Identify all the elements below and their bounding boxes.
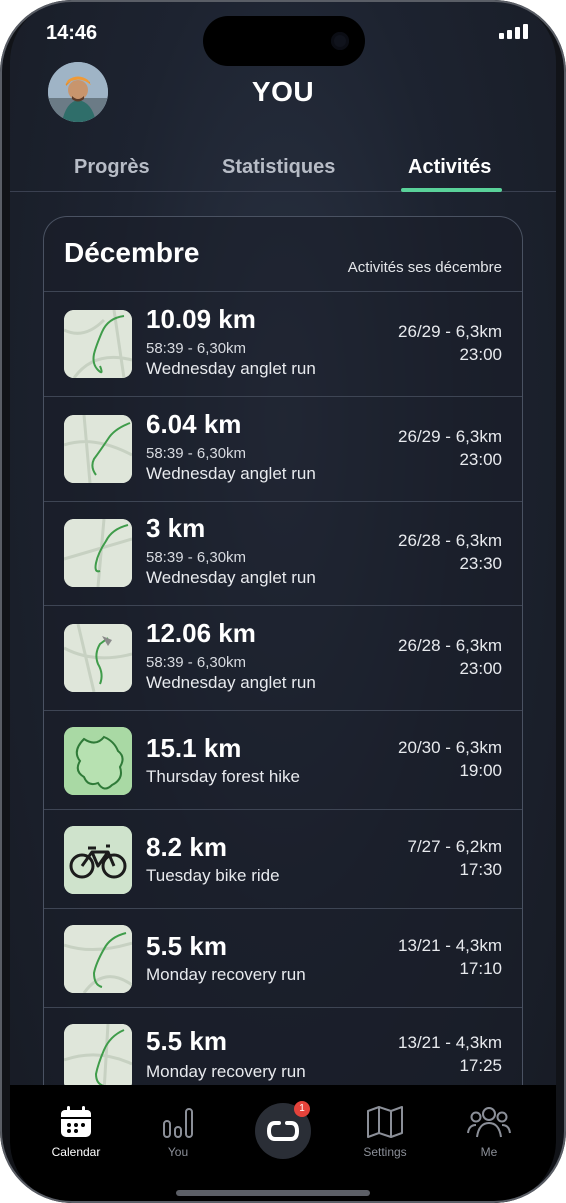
activity-name: Wednesday anglet run [146, 673, 316, 692]
nav-you[interactable]: You [138, 1105, 218, 1159]
activity-row[interactable]: 3 km 58:39 - 6,30km Wednesday anglet run… [44, 502, 522, 606]
activity-stat: 13/21 - 4,3km [398, 1033, 502, 1052]
activity-name: Monday recovery run [146, 965, 306, 984]
bar-chart-icon [163, 1108, 193, 1138]
people-icon [467, 1107, 511, 1138]
card-subtitle: Activités ses décembre [347, 259, 502, 276]
activity-row[interactable]: 12.06 km 58:39 - 6,30km Wednesday anglet… [44, 606, 522, 711]
nav-settings[interactable]: Settings [345, 1105, 425, 1159]
card-title: Décembre [64, 237, 200, 268]
tab-bar: Progrès Statistiques Activités [10, 150, 556, 192]
activity-time: 19:00 [459, 761, 502, 780]
activity-distance: 5.5 km [146, 1026, 227, 1056]
activity-row[interactable]: 6.04 km 58:39 - 6,30km Wednesday anglet … [44, 397, 522, 502]
activity-row[interactable]: 15.1 km Thursday forest hike 20/30 - 6,3… [44, 711, 522, 810]
activity-distance: 10.09 km [146, 304, 256, 334]
signal-icon [499, 24, 528, 39]
nav-label: Calendar [51, 1145, 101, 1159]
activity-time: 17:25 [459, 1056, 502, 1075]
forest-map-thumbnail [64, 727, 132, 795]
route-map-thumbnail [64, 925, 132, 993]
activity-time: 23:00 [459, 450, 502, 469]
activity-stat: 26/29 - 6,3km [398, 322, 502, 341]
activity-name: Thursday forest hike [146, 767, 301, 786]
route-map-thumbnail [64, 1024, 132, 1092]
screen: 14:46 YOU Progrès Statistiques Activités [10, 0, 556, 1203]
activity-name: Tuesday bike ride [146, 866, 280, 885]
activity-name: Wednesday anglet run [146, 359, 316, 378]
activity-distance: 3 km [146, 513, 206, 543]
nav-label: You [167, 1145, 189, 1159]
activity-meta: 58:39 - 6,30km [146, 445, 247, 462]
activity-stat: 26/28 - 6,3km [398, 636, 502, 655]
activity-meta: 58:39 - 6,30km [146, 549, 247, 566]
dynamic-island [203, 16, 365, 66]
activity-distance: 15.1 km [146, 733, 242, 763]
status-time: 14:46 [46, 22, 98, 44]
activity-stat: 26/28 - 6,3km [398, 531, 502, 550]
activity-meta: 58:39 - 6,30km [146, 654, 247, 671]
notification-badge: 1 [294, 1101, 310, 1117]
tab-progres[interactable]: Progrès [74, 156, 150, 179]
home-indicator [176, 1190, 370, 1196]
activities-card: Décembre Activités ses décembre 10.09 km… [43, 216, 523, 1116]
activity-distance: 6.04 km [146, 409, 242, 439]
activity-distance: 5.5 km [146, 931, 227, 961]
route-map-thumbnail [64, 415, 132, 483]
activity-distance: 8.2 km [146, 832, 227, 862]
activity-row[interactable]: 10.09 km 58:39 - 6,30km Wednesday anglet… [44, 292, 522, 397]
activity-row[interactable]: 8.2 km Tuesday bike ride 7/27 - 6,2km 17… [44, 810, 522, 909]
activity-stat: 7/27 - 6,2km [407, 837, 503, 856]
route-map-thumbnail [64, 310, 132, 378]
route-map-thumbnail [64, 519, 132, 587]
activity-stat: 13/21 - 4,3km [398, 936, 502, 955]
phone-frame: 14:46 YOU Progrès Statistiques Activités [0, 0, 566, 1203]
activity-distance: 12.06 km [146, 618, 256, 648]
nav-label: Settings [363, 1145, 407, 1159]
link-icon [267, 1121, 299, 1141]
activity-time: 17:30 [459, 860, 502, 879]
activity-row[interactable]: 5.5 km Monday recovery run 13/21 - 4,3km… [44, 909, 522, 1008]
map-icon [367, 1106, 403, 1138]
tab-statistiques[interactable]: Statistiques [222, 156, 335, 179]
active-tab-indicator [401, 188, 502, 192]
nav-me[interactable]: Me [449, 1105, 529, 1159]
nav-label: Me [480, 1145, 498, 1159]
route-map-thumbnail [64, 624, 132, 692]
activity-meta: 58:39 - 6,30km [146, 340, 247, 357]
activity-stat: 26/29 - 6,3km [398, 427, 502, 446]
activity-time: 23:30 [459, 554, 502, 573]
nav-calendar[interactable]: Calendar [36, 1105, 116, 1159]
activity-stat: 20/30 - 6,3km [398, 738, 502, 757]
activity-name: Monday recovery run [146, 1062, 306, 1081]
camera-icon [331, 32, 349, 50]
tab-activites[interactable]: Activités [408, 156, 491, 179]
activity-name: Wednesday anglet run [146, 568, 316, 587]
activity-name: Wednesday anglet run [146, 464, 316, 483]
bike-icon [64, 826, 132, 894]
activity-time: 23:00 [459, 659, 502, 678]
activity-time: 23:00 [459, 345, 502, 364]
page-title: YOU [251, 76, 315, 107]
bottom-nav: Calendar You 1 Settings Me [10, 1085, 556, 1203]
calendar-icon [61, 1106, 91, 1137]
activity-time: 17:10 [459, 959, 502, 978]
